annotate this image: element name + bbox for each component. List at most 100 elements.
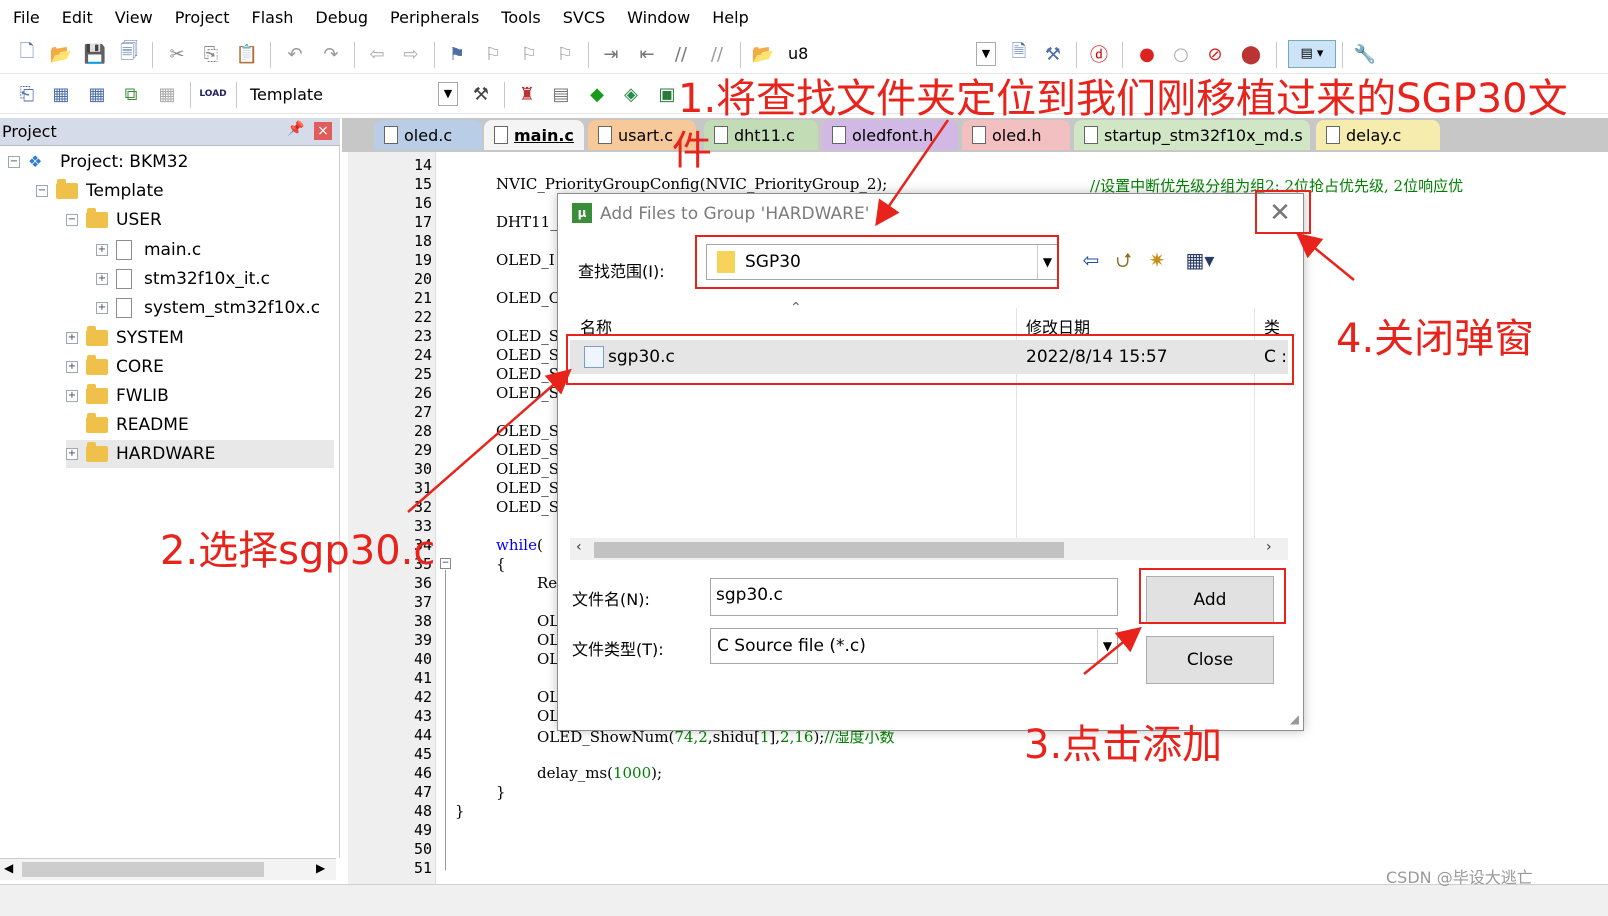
indent-icon[interactable]: ⇥ xyxy=(600,43,622,65)
tab-main-c[interactable]: main.c xyxy=(484,120,584,150)
scroll-right-icon[interactable]: ▶ xyxy=(316,861,325,875)
breakpoint-disable-icon[interactable]: ○ xyxy=(1170,43,1192,65)
uncomment-icon[interactable]: // xyxy=(706,43,728,65)
collapse-icon[interactable]: − xyxy=(36,185,48,197)
collapse-icon[interactable]: − xyxy=(8,156,20,168)
dropdown-arrow-icon[interactable]: ▼ xyxy=(1097,629,1117,663)
breakpoint-icon[interactable]: ● xyxy=(1136,43,1158,65)
pin-icon[interactable]: 📌 xyxy=(287,121,304,137)
tree-item-project[interactable]: − ❖ Project: BKM32 xyxy=(8,148,188,176)
up-folder-icon[interactable]: ⮍ xyxy=(1111,248,1137,272)
tab-oled-h[interactable]: oled.h xyxy=(962,120,1070,150)
collapse-icon[interactable]: − xyxy=(66,214,78,226)
project-hscrollbar[interactable]: ◀ ▶ xyxy=(0,858,336,880)
new-folder-icon[interactable]: ✷ xyxy=(1144,248,1170,272)
breakpoint-all-icon[interactable]: ⬤ xyxy=(1240,43,1262,65)
forward-icon[interactable]: ⇨ xyxy=(400,43,422,65)
incremental-find-icon[interactable]: ⚒ xyxy=(1042,43,1064,65)
menu-window[interactable]: Window xyxy=(616,8,701,27)
back-icon[interactable]: ⇦ xyxy=(1078,248,1104,272)
translate-icon[interactable]: ⎗ xyxy=(16,83,38,105)
expand-icon[interactable]: + xyxy=(66,448,78,460)
target-options-icon[interactable]: ⚒ xyxy=(470,83,492,105)
menu-view[interactable]: View xyxy=(104,8,164,27)
tree-item-stm32f10x-it-c[interactable]: + stm32f10x_it.c xyxy=(96,265,270,293)
tab-oledfont-h[interactable]: oledfont.h xyxy=(822,120,958,150)
menu-file[interactable]: File xyxy=(2,8,51,27)
tree-item-template[interactable]: − Template xyxy=(36,177,164,205)
comment-icon[interactable]: // xyxy=(670,43,692,65)
expand-icon[interactable]: + xyxy=(66,390,78,402)
file-extensions-icon[interactable]: ▤ xyxy=(550,83,572,105)
bookmark-icon[interactable]: ⚑ xyxy=(446,43,468,65)
undo-icon[interactable]: ↶ xyxy=(284,43,306,65)
find-icon[interactable]: 🗎 xyxy=(1008,41,1030,65)
rebuild-icon[interactable]: ▦ xyxy=(86,83,108,105)
build-icon[interactable]: ▦ xyxy=(50,83,72,105)
expand-icon[interactable]: + xyxy=(66,361,78,373)
filetype-combo[interactable]: C Source file (*.c) ▼ xyxy=(710,628,1118,664)
menu-help[interactable]: Help xyxy=(701,8,759,27)
find-dropdown-icon[interactable]: ▼ xyxy=(976,42,996,66)
back-icon[interactable]: ⇦ xyxy=(366,43,388,65)
resize-grip-icon[interactable]: ◢ xyxy=(1290,712,1299,726)
paste-icon[interactable]: 📋 xyxy=(236,43,258,65)
fold-toggle-icon[interactable]: − xyxy=(440,558,451,569)
expand-icon[interactable]: + xyxy=(96,302,108,314)
view-menu-icon[interactable]: ▦▾ xyxy=(1178,248,1222,272)
target-dropdown-icon[interactable]: ▼ xyxy=(438,82,458,106)
save-all-icon[interactable]: 🗐 xyxy=(118,41,140,65)
tab-delay-c[interactable]: delay.c xyxy=(1316,120,1440,150)
manage-components-icon[interactable]: ♜ xyxy=(516,83,538,105)
expand-icon[interactable]: + xyxy=(66,332,78,344)
tree-item-user[interactable]: − USER xyxy=(66,206,162,234)
scroll-left-icon[interactable]: ◀ xyxy=(4,861,13,875)
tree-item-system-stm32f10x-c[interactable]: + system_stm32f10x.c xyxy=(96,294,320,322)
scroll-left-icon[interactable]: ‹ xyxy=(576,539,582,555)
dialog-title-bar[interactable]: μ Add Files to Group 'HARDWARE' xyxy=(558,194,1303,234)
batch-build-icon[interactable]: ⧉ xyxy=(120,83,142,105)
tree-item-core[interactable]: + CORE xyxy=(66,353,164,381)
tab-dht11-c[interactable]: dht11.c xyxy=(704,120,818,150)
target-selector[interactable]: Template xyxy=(250,85,323,104)
find-text-box[interactable]: u8 xyxy=(788,44,808,63)
save-icon[interactable]: 💾 xyxy=(84,43,106,65)
menu-svcs[interactable]: SVCS xyxy=(552,8,616,27)
bookmark-prev-icon[interactable]: ⚐ xyxy=(482,43,504,65)
select-packs-icon[interactable]: ◈ xyxy=(620,83,642,105)
scroll-thumb[interactable] xyxy=(594,542,1064,558)
cut-icon[interactable]: ✂ xyxy=(166,43,188,65)
menu-debug[interactable]: Debug xyxy=(304,8,379,27)
close-panel-icon[interactable]: × xyxy=(314,122,332,140)
menu-project[interactable]: Project xyxy=(164,8,241,27)
redo-icon[interactable]: ↷ xyxy=(320,43,342,65)
unindent-icon[interactable]: ⇤ xyxy=(636,43,658,65)
expand-icon[interactable]: + xyxy=(96,244,108,256)
window-layout-icon[interactable]: ▤ ▾ xyxy=(1288,40,1336,68)
bookmark-next-icon[interactable]: ⚐ xyxy=(518,43,540,65)
configure-icon[interactable]: 🔧 xyxy=(1354,43,1376,65)
close-button[interactable]: Close xyxy=(1146,636,1274,684)
copy-icon[interactable]: ⎘ xyxy=(200,43,222,65)
manage-run-time-icon[interactable]: ◆ xyxy=(586,83,608,105)
tab-startup[interactable]: startup_stm32f10x_md.s xyxy=(1074,120,1310,150)
scroll-thumb[interactable] xyxy=(22,862,264,877)
open-file-icon[interactable]: 📂 xyxy=(50,43,72,65)
menu-flash[interactable]: Flash xyxy=(240,8,304,27)
tree-item-fwlib[interactable]: + FWLIB xyxy=(66,382,169,410)
filename-input[interactable]: sgp30.c xyxy=(710,578,1118,616)
menu-edit[interactable]: Edit xyxy=(51,8,104,27)
tree-item-system[interactable]: + SYSTEM xyxy=(66,324,184,352)
tab-oled-c[interactable]: oled.c xyxy=(374,120,482,150)
bookmark-clear-icon[interactable]: ⚐ xyxy=(554,43,576,65)
file-list-hscrollbar[interactable]: ‹ › xyxy=(570,538,1288,560)
find-in-files-icon[interactable]: 📂 xyxy=(752,43,774,65)
tree-item-readme[interactable]: README xyxy=(86,411,189,439)
menu-tools[interactable]: Tools xyxy=(490,8,551,27)
new-file-icon[interactable]: 🗋 xyxy=(16,41,38,65)
pack-installer-icon[interactable]: ▣ xyxy=(656,83,678,105)
download-icon[interactable]: LOAD xyxy=(199,83,226,105)
scroll-right-icon[interactable]: › xyxy=(1266,539,1272,555)
debug-session-icon[interactable]: ⓓ xyxy=(1088,43,1110,66)
expand-icon[interactable]: + xyxy=(96,273,108,285)
